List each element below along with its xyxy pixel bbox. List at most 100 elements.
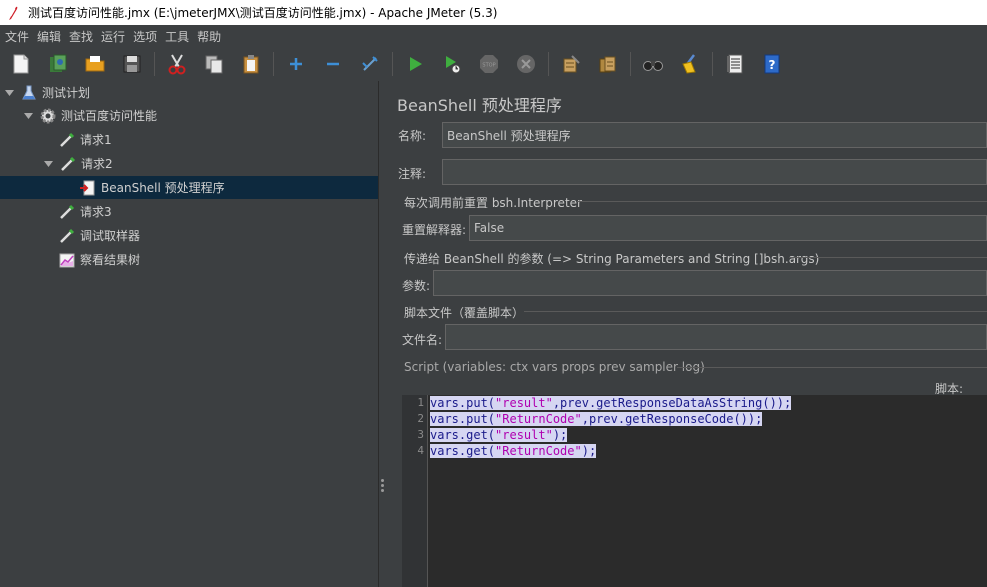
- preprocessor-icon: [79, 179, 97, 197]
- window-title-bar: 测试百度访问性能.jmx (E:\jmeterJMX\测试百度访问性能.jmx)…: [0, 0, 987, 25]
- code-line[interactable]: vars.put("ReturnCode",prev.getResponseCo…: [430, 411, 763, 427]
- jmeter-feather-icon: [9, 6, 18, 20]
- beanshell-preprocessor-panel: BeanShell 预处理程序 名称: BeanShell 预处理程序 注释: …: [387, 81, 987, 587]
- menu-run[interactable]: 运行: [98, 28, 128, 45]
- new-file-icon: [13, 54, 29, 74]
- name-label: 名称:: [398, 129, 427, 143]
- gear-icon: [39, 107, 57, 125]
- code-token: );: [581, 444, 597, 458]
- clear-all-broom-icon: [599, 56, 616, 73]
- start-no-pauses-button[interactable]: [437, 49, 467, 79]
- new-button[interactable]: [6, 49, 36, 79]
- menu-edit[interactable]: 编辑: [34, 28, 64, 45]
- code-string: "result": [495, 428, 553, 442]
- menu-search[interactable]: 查找: [66, 28, 96, 45]
- group-divider: [577, 201, 987, 202]
- pipette-icon: [58, 227, 76, 245]
- tree-item-label: 测试百度访问性能: [61, 109, 158, 123]
- toolbar-separator: [273, 52, 274, 76]
- code-token: vars.put(: [430, 396, 496, 410]
- reset-search-button[interactable]: [675, 49, 705, 79]
- tree-item-thread-group[interactable]: 测试百度访问性能: [0, 104, 378, 127]
- pipette-icon: [58, 203, 76, 221]
- params-field[interactable]: [433, 270, 987, 296]
- stop-icon: STOP: [480, 55, 498, 73]
- line-number-gutter: 1 2 3 4: [402, 395, 428, 587]
- tree-item-label: 请求3: [80, 205, 112, 219]
- toolbar-separator: [548, 52, 549, 76]
- copy-icon: [205, 55, 223, 74]
- shutdown-icon: [517, 55, 535, 73]
- expanded-arrow-icon[interactable]: [23, 111, 33, 121]
- binoculars-icon: [643, 61, 663, 71]
- copy-button[interactable]: [199, 49, 229, 79]
- pipette-icon: [58, 131, 76, 149]
- tree-item-label: 调试取样器: [80, 229, 141, 243]
- open-button[interactable]: [80, 49, 110, 79]
- scissors-icon: [168, 54, 186, 75]
- reset-interpreter-field[interactable]: False: [469, 215, 987, 241]
- comment-field[interactable]: [442, 159, 987, 185]
- code-token: vars.put(: [430, 412, 496, 426]
- help-book-icon: ?: [764, 54, 780, 74]
- code-string: "ReturnCode": [495, 412, 582, 426]
- line-number: 4: [417, 444, 424, 457]
- toolbar-separator: [392, 52, 393, 76]
- tree-item-request1[interactable]: 请求1: [0, 128, 378, 151]
- tree-item-test-plan[interactable]: 测试计划: [0, 81, 378, 104]
- cut-button[interactable]: [162, 49, 192, 79]
- toggle-button[interactable]: [355, 49, 385, 79]
- code-line[interactable]: vars.get("result");: [430, 427, 568, 443]
- toggle-wand-icon: [362, 56, 378, 71]
- start-button[interactable]: [400, 49, 430, 79]
- code-line[interactable]: vars.put("result",prev.getResponseDataAs…: [430, 395, 792, 411]
- function-list-icon: [727, 54, 743, 74]
- group-divider: [677, 367, 987, 368]
- params-group-title: 传递给 BeanShell 的参数 (=> String Parameters …: [404, 252, 820, 266]
- code-token: vars.get(: [430, 444, 496, 458]
- tree-item-debug-sampler[interactable]: 调试取样器: [0, 224, 378, 247]
- clear-all-button[interactable]: [593, 49, 623, 79]
- reset-broom-icon: [682, 54, 696, 74]
- line-number: 2: [417, 412, 424, 425]
- code-token: ,prev.getResponseDataAsString());: [552, 396, 792, 410]
- filename-label: 文件名:: [402, 333, 443, 347]
- svg-text:STOP: STOP: [482, 63, 495, 69]
- menu-help[interactable]: 帮助: [194, 28, 224, 45]
- toolbar-separator: [154, 52, 155, 76]
- splitter-grip-icon[interactable]: [381, 479, 384, 493]
- expanded-arrow-icon[interactable]: [4, 88, 14, 98]
- menu-file[interactable]: 文件: [2, 28, 32, 45]
- save-button[interactable]: [117, 49, 147, 79]
- filename-field[interactable]: [445, 324, 987, 350]
- svg-text:?: ?: [769, 58, 776, 72]
- line-number: 3: [417, 428, 424, 441]
- script-editor[interactable]: 1 2 3 4 vars.put("result",prev.getRespon…: [402, 395, 987, 587]
- tree-item-request2[interactable]: 请求2: [0, 152, 378, 175]
- script-hint: Script (variables: ctx vars props prev s…: [404, 360, 705, 374]
- panel-splitter[interactable]: [378, 81, 386, 587]
- search-button[interactable]: [638, 49, 668, 79]
- menu-options[interactable]: 选项: [130, 28, 160, 45]
- plus-icon: [290, 58, 302, 70]
- function-helper-button[interactable]: [720, 49, 750, 79]
- expand-button[interactable]: [281, 49, 311, 79]
- templates-button[interactable]: [43, 49, 73, 79]
- help-button[interactable]: ?: [757, 49, 787, 79]
- file-group-title: 脚本文件（覆盖脚本）: [404, 306, 525, 320]
- name-field[interactable]: BeanShell 预处理程序: [442, 122, 987, 148]
- shutdown-button[interactable]: [511, 49, 541, 79]
- stop-button[interactable]: STOP: [474, 49, 504, 79]
- code-string: "ReturnCode": [495, 444, 582, 458]
- menu-bar: 文件 编辑 查找 运行 选项 工具 帮助: [0, 25, 987, 47]
- expanded-arrow-icon[interactable]: [43, 159, 53, 169]
- collapse-button[interactable]: [318, 49, 348, 79]
- tree-item-label: 测试计划: [42, 86, 91, 100]
- menu-tools[interactable]: 工具: [162, 28, 192, 45]
- paste-button[interactable]: [236, 49, 266, 79]
- tree-item-request3[interactable]: 请求3: [0, 200, 378, 223]
- code-line[interactable]: vars.get("ReturnCode");: [430, 443, 597, 459]
- clear-button[interactable]: [556, 49, 586, 79]
- tree-item-beanshell-preprocessor[interactable]: BeanShell 预处理程序: [0, 176, 378, 199]
- tree-item-view-results-tree[interactable]: 察看结果树: [0, 248, 378, 271]
